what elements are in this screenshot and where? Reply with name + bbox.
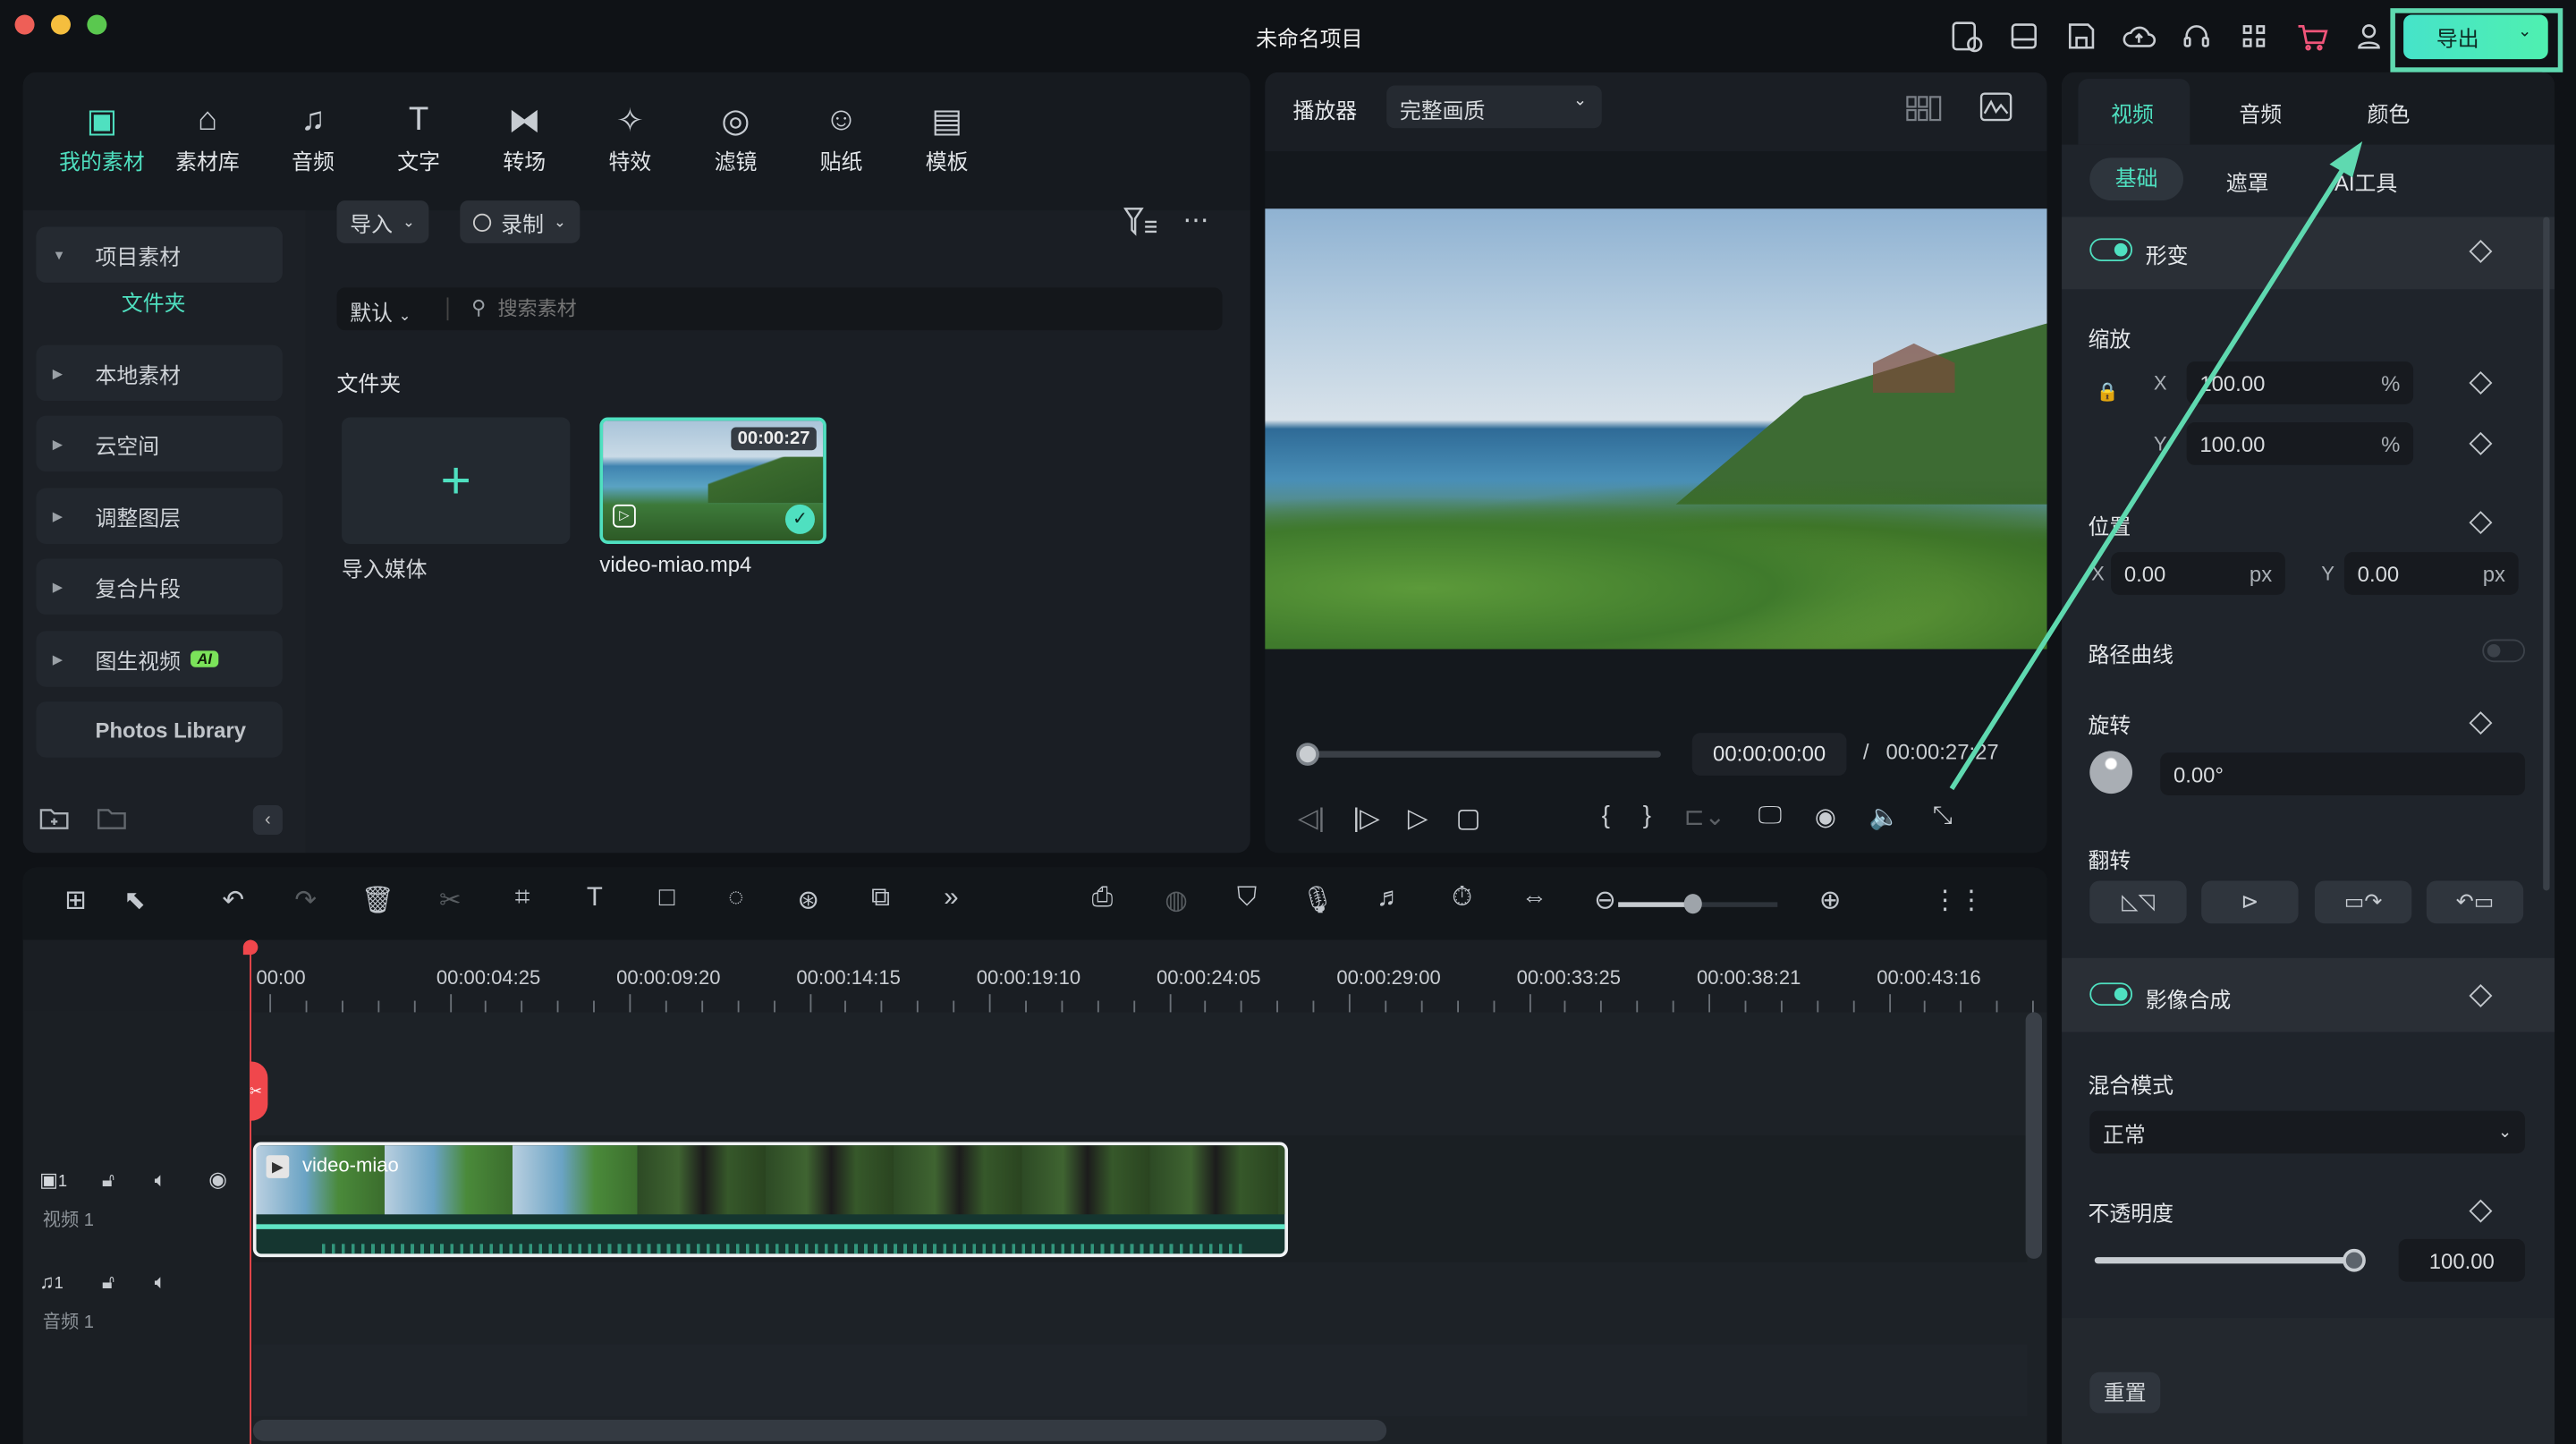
app-window: 未命名项目 导出 ⌄ ▣ 我的素材 ⌂ 素材库 ♫ 音频 T 文字 ⧓ 转场 ✧ 特效 ◎ 滤镜 ☺ 贴纸 ▤ 模… <box>0 0 2576 1444</box>
annotation-arrow <box>1949 140 2363 791</box>
